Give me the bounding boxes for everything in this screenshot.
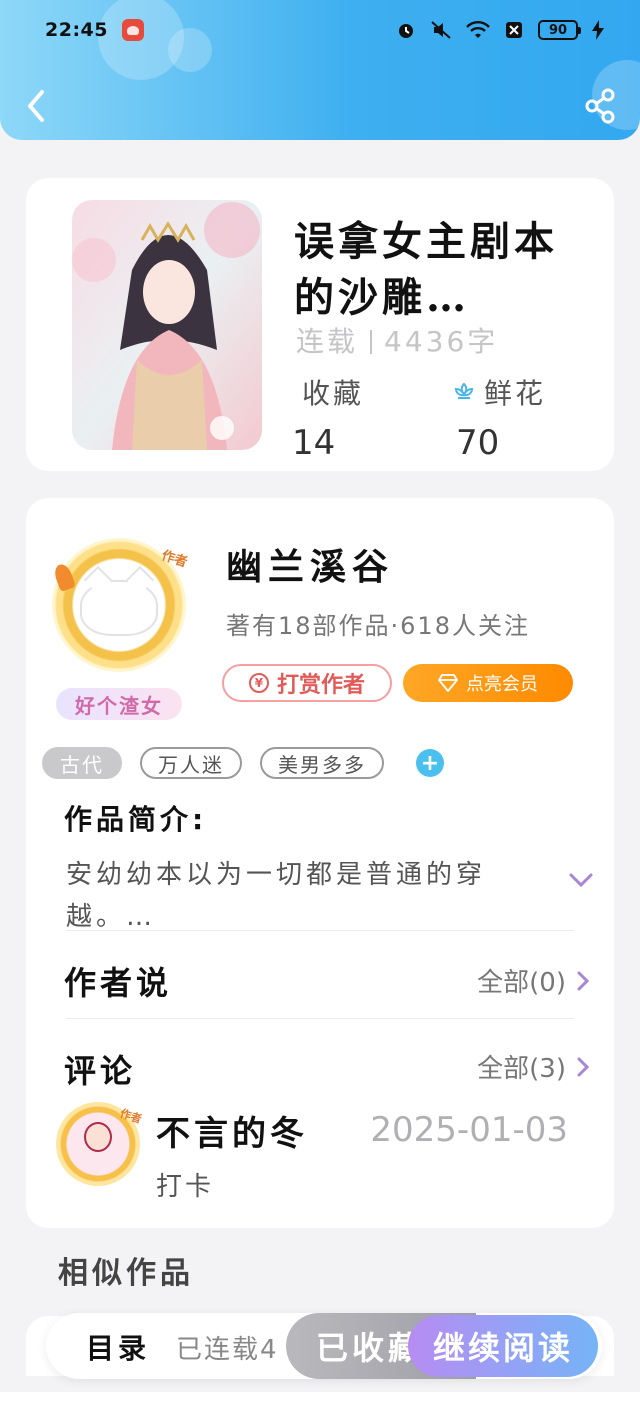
flowers-label: 鲜花 — [484, 377, 547, 410]
alarm-icon — [399, 24, 413, 38]
comments-all-label: 全部(3) — [477, 1054, 566, 1084]
favorites-value: 14 — [292, 423, 336, 463]
book-cover[interactable] — [72, 200, 262, 450]
status-bar: 22:45 90 — [0, 0, 640, 60]
wifi-icon — [466, 21, 490, 38]
comments-all-link[interactable]: 全部(3) — [477, 1048, 590, 1085]
avatar-author-tag: 作者 — [118, 1106, 144, 1127]
carrot-decor — [52, 562, 76, 592]
chevron-right-icon — [577, 1057, 590, 1076]
commenter-avatar[interactable]: 作者 — [56, 1102, 143, 1186]
yen-icon: ¥ — [248, 673, 269, 693]
charging-icon — [592, 20, 604, 40]
sim-off-icon — [506, 22, 522, 38]
mute-icon — [431, 21, 451, 39]
chevron-right-icon — [577, 971, 590, 990]
flowers-value: 70 — [456, 423, 500, 463]
book-info-card: 误拿女主剧本的沙雕… 连载 4436字 收藏 鲜花 14 70 — [26, 178, 614, 471]
continue-reading-button[interactable]: 继续阅读 — [408, 1315, 598, 1377]
cat-illustration — [80, 580, 158, 636]
tag-item[interactable]: 万人迷 — [140, 747, 242, 779]
avatar-author-tag: 作者 — [159, 548, 190, 571]
diamond-icon — [438, 674, 458, 692]
status-time: 22:45 — [45, 19, 108, 41]
book-status: 连载 — [296, 325, 359, 358]
avatar-face — [84, 1122, 112, 1152]
reward-author-button[interactable]: ¥ 打赏作者 — [222, 664, 392, 702]
reward-label: 打赏作者 — [276, 673, 365, 698]
author-badge: 好个渣女 — [56, 688, 182, 720]
cover-illustration — [72, 200, 262, 450]
similar-works-title: 相似作品 — [58, 1256, 194, 1291]
author-info: 著有18部作品·618人关注 — [226, 612, 530, 640]
comments-title: 评论 — [64, 1052, 137, 1090]
author-says-all-label: 全部(0) — [477, 968, 566, 998]
book-title: 误拿女主剧本的沙雕… — [294, 218, 558, 321]
activate-vip-button[interactable]: 点亮会员 — [403, 664, 573, 702]
home-indicator-area — [0, 1392, 640, 1422]
battery-icon: 90 — [538, 20, 581, 40]
comment-text: 打卡 — [156, 1172, 215, 1202]
comment-date: 2025-01-03 — [370, 1110, 568, 1150]
author-name[interactable]: 幽兰溪谷 — [226, 538, 394, 590]
tag-list: 古代 万人迷 美男多多 + — [42, 747, 444, 779]
flowers-stat: 鲜花 — [452, 372, 546, 412]
author-says-title: 作者说 — [64, 964, 173, 1002]
top-header: 22:45 90 — [0, 0, 640, 140]
share-icon[interactable] — [584, 88, 616, 124]
tag-item[interactable]: 古代 — [42, 747, 122, 779]
chevron-left-icon[interactable] — [22, 86, 54, 126]
add-tag-icon[interactable]: + — [416, 749, 444, 777]
favorites-label: 收藏 — [302, 377, 365, 410]
divider — [66, 1018, 574, 1019]
book-word-count: 4436字 — [384, 325, 499, 358]
author-says-all-link[interactable]: 全部(0) — [477, 962, 590, 999]
author-avatar[interactable]: 作者 — [52, 538, 189, 672]
status-icons: 90 — [396, 20, 604, 40]
serial-status: 已连载4 — [176, 1335, 279, 1365]
vip-label: 点亮会员 — [466, 674, 538, 695]
app-notification-icon — [121, 19, 144, 41]
book-meta: 连载 4436字 — [296, 320, 498, 360]
bottom-action-bar: 目录 已连载4 已收藏 继续阅读 — [46, 1313, 602, 1379]
tag-item[interactable]: 美男多多 — [260, 747, 384, 779]
flower-icon — [454, 382, 474, 399]
commenter-name: 不言的冬 — [156, 1114, 308, 1154]
meta-divider — [370, 330, 373, 354]
intro-text: 安幼幼本以为一切都是普通的穿越。… — [66, 860, 487, 932]
author-card: 作者 好个渣女 幽兰溪谷 著有18部作品·618人关注 ¥ 打赏作者 点亮会员 … — [26, 498, 614, 1228]
chevron-down-icon[interactable] — [568, 870, 594, 890]
toc-button[interactable]: 目录 — [86, 1327, 150, 1367]
intro-title: 作品简介: — [64, 803, 208, 836]
divider — [66, 930, 574, 931]
